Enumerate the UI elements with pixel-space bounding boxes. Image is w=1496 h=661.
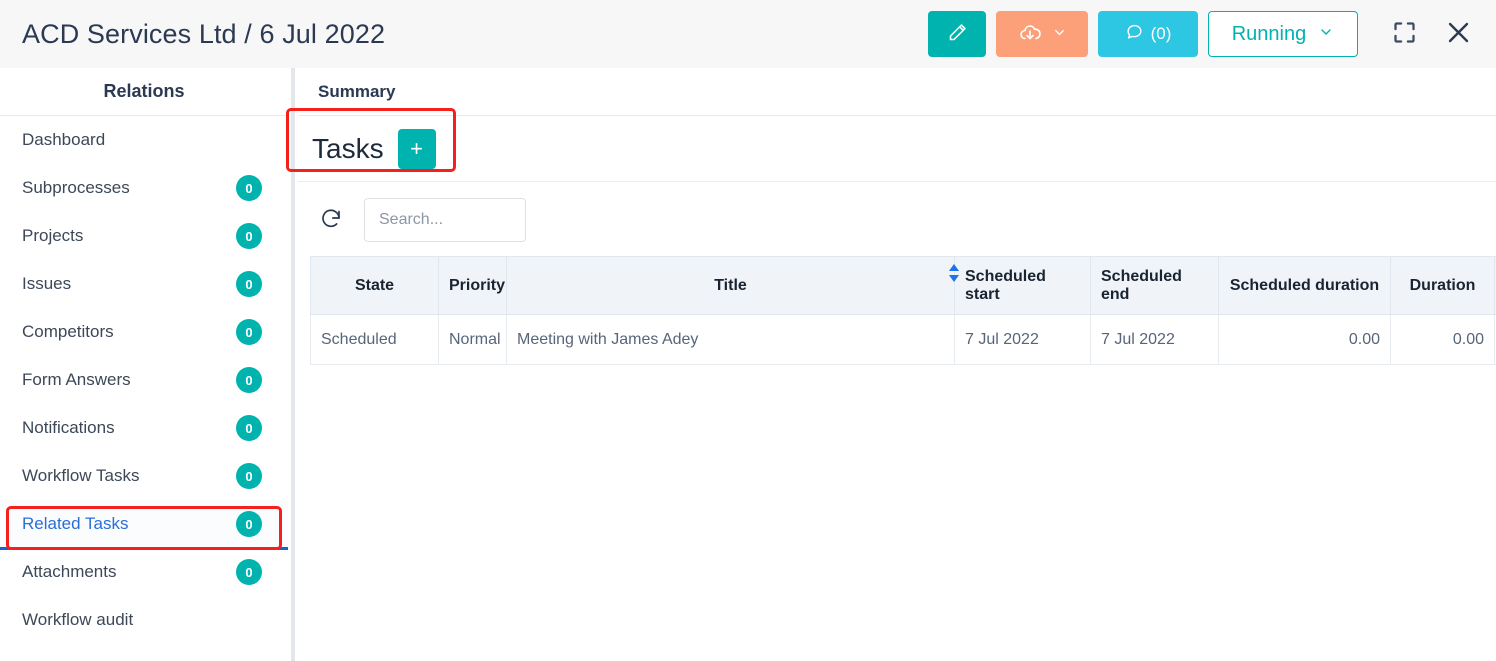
sidebar-item-badge: 0 (236, 463, 262, 489)
sidebar-item-badge: 0 (236, 175, 262, 201)
sidebar-item-badge: 0 (236, 559, 262, 585)
sidebar-item-label: Attachments (22, 562, 117, 581)
header-actions: (0) Running (928, 11, 1480, 57)
sidebar-item-workflow-audit[interactable]: Workflow audit (0, 596, 288, 644)
cell-scheduled-duration: 0.00 (1218, 314, 1391, 365)
sidebar-item-label: Projects (22, 226, 84, 245)
column-header-priority[interactable]: Priority (438, 256, 507, 315)
tasks-title: Tasks (312, 132, 384, 164)
sidebar-item-label: Issues (22, 274, 72, 293)
cell-scheduled-start: 7 Jul 2022 (954, 314, 1091, 365)
cell-state: Scheduled (310, 314, 439, 365)
sidebar-item-label: Competitors (22, 322, 114, 341)
sidebar-item-subprocesses[interactable]: Subprocesses 0 (0, 164, 288, 212)
pencil-icon (947, 22, 968, 46)
sidebar-item-competitors[interactable]: Competitors 0 (0, 308, 288, 356)
table-row[interactable]: Scheduled Normal Meeting with James Adey 7 … (310, 314, 1496, 365)
search-input[interactable] (364, 198, 526, 242)
column-header-scheduled-duration[interactable]: Scheduled duration (1218, 256, 1391, 315)
tab-bar: Summary (298, 68, 1496, 116)
column-header-title[interactable]: Title (506, 256, 959, 315)
column-header-scheduled-start[interactable]: Scheduled start (954, 256, 1091, 315)
download-button[interactable] (996, 11, 1088, 57)
sidebar-item-badge: 0 (236, 319, 262, 345)
sidebar-item-badge: 0 (236, 367, 262, 393)
cell-title: Meeting with James Adey (506, 314, 955, 365)
main-body: Relations Dashboard Subprocesses 0 Projects… (0, 68, 1496, 661)
status-dropdown[interactable]: Running (1208, 11, 1358, 57)
sidebar-list: Dashboard Subprocesses 0 Projects 0 Issues 0 Co… (0, 116, 289, 644)
sidebar-item-projects[interactable]: Projects 0 (0, 212, 288, 260)
sidebar-item-label: Form Answers (22, 370, 131, 389)
sidebar-item-notifications[interactable]: Notifications 0 (0, 404, 288, 452)
add-task-button[interactable]: + (397, 128, 436, 169)
sidebar-scrollbar[interactable] (288, 68, 298, 661)
column-header-state[interactable]: State (310, 256, 439, 315)
sidebar-item-badge: 0 (236, 415, 262, 441)
tab-summary[interactable]: Summary (312, 82, 401, 102)
sidebar-item-workflow-tasks[interactable]: Workflow Tasks 0 (0, 452, 288, 500)
close-button[interactable] (1436, 12, 1480, 56)
refresh-icon (319, 207, 343, 234)
sidebar-item-related-tasks[interactable]: Related Tasks 0 (0, 500, 289, 550)
sidebar-heading: Relations (0, 68, 288, 116)
sidebar-item-badge: 0 (236, 271, 262, 297)
sidebar-item-label: Subprocesses (22, 178, 130, 197)
tasks-toolbar (298, 182, 1496, 256)
content-area: Summary Tasks + Search... State Priority… (286, 68, 1496, 661)
relations-sidebar: Relations Dashboard Subprocesses 0 Projects… (0, 68, 289, 661)
sidebar-item-badge: 0 (236, 511, 262, 537)
tasks-table: State Priority Title Scheduled start Sch… (310, 256, 1496, 365)
sidebar-item-label: Workflow audit (22, 610, 134, 629)
refresh-button[interactable] (316, 205, 346, 235)
table-body: Scheduled Normal Meeting with James Adey 7 … (310, 314, 1496, 365)
sidebar-item-label: Related Tasks (22, 514, 129, 533)
sidebar-item-form-answers[interactable]: Form Answers 0 (0, 356, 288, 404)
chevron-down-icon (1052, 25, 1067, 43)
table-header: State Priority Title Scheduled start Sch… (310, 256, 1496, 315)
cell-duration: 0.00 (1390, 314, 1495, 365)
edit-button[interactable] (928, 11, 986, 57)
column-header-duration[interactable]: Duration (1390, 256, 1495, 315)
fullscreen-icon (1391, 19, 1418, 49)
comment-bubble-icon (1125, 22, 1144, 46)
column-header-scheduled-end[interactable]: Scheduled end (1090, 256, 1219, 315)
app-header: ACD Services Ltd / 6 Jul 2022 (0) Runnin… (0, 0, 1496, 68)
sidebar-item-attachments[interactable]: Attachments 0 (0, 548, 288, 596)
column-header-title-label: Title (714, 276, 747, 294)
sidebar-item-label: Notifications (22, 418, 115, 437)
comment-count: (0) (1150, 24, 1172, 43)
sidebar-item-issues[interactable]: Issues 0 (0, 260, 288, 308)
sort-arrows-icon[interactable] (947, 263, 961, 283)
sidebar-item-label: Dashboard (22, 130, 106, 149)
cloud-download-icon (1018, 21, 1042, 48)
chevron-down-icon (1318, 23, 1334, 46)
fullscreen-button[interactable] (1382, 12, 1426, 56)
sidebar-item-badge: 0 (236, 223, 262, 249)
sidebar-item-dashboard[interactable]: Dashboard (0, 116, 288, 164)
comments-button[interactable]: (0) (1098, 11, 1198, 57)
page-title: ACD Services Ltd / 6 Jul 2022 (22, 18, 386, 49)
cell-scheduled-end: 7 Jul 2022 (1090, 314, 1219, 365)
sidebar-item-label: Workflow Tasks (22, 466, 140, 485)
tasks-panel-header: Tasks + (286, 108, 1496, 182)
tasks-table-container: State Priority Title Scheduled start Sch… (298, 256, 1496, 661)
table-header-row: State Priority Title Scheduled start Sch… (310, 256, 1496, 315)
close-icon (1444, 18, 1473, 50)
cell-priority: Normal (438, 314, 507, 365)
status-label: Running (1231, 22, 1307, 45)
